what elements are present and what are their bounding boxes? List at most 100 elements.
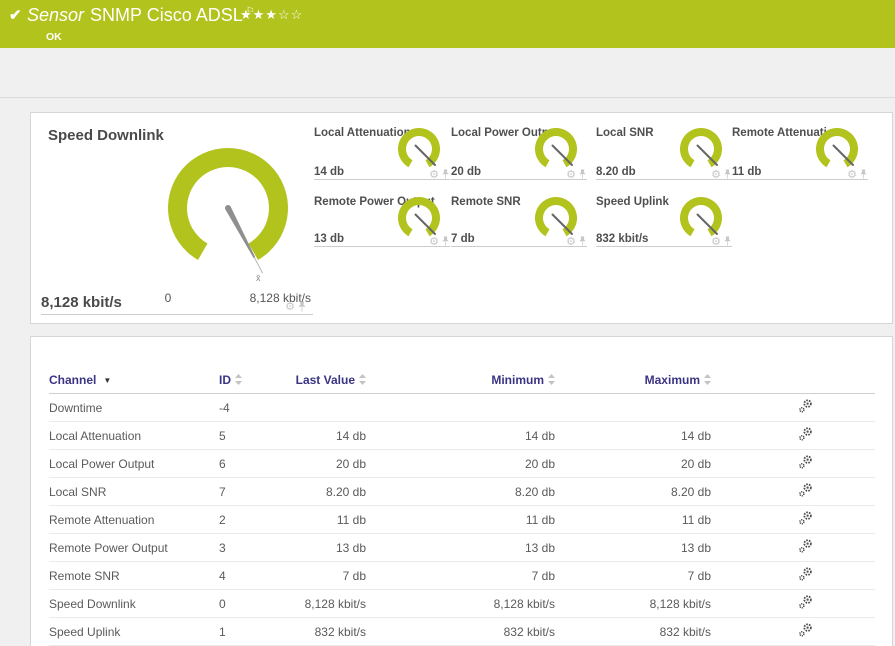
channel-settings-gears-icon[interactable]	[798, 426, 814, 442]
channel-gear-icon[interactable]: ⚙	[429, 236, 439, 247]
channel-maximum: 8.20 db	[555, 477, 711, 506]
sort-icon	[235, 373, 242, 388]
channel-minimum: 7 db	[366, 561, 555, 590]
channel-gear-icon[interactable]: ⚙	[847, 169, 857, 180]
priority-stars[interactable]: ★★★☆☆	[240, 7, 303, 23]
stars-filled: ★★★	[240, 7, 278, 22]
channel-name[interactable]: Speed Uplink	[49, 617, 219, 646]
gauge-dial	[535, 128, 577, 168]
pin-icon[interactable]	[578, 169, 587, 180]
average-marker: x̄	[256, 273, 261, 283]
gauge-dial	[398, 128, 440, 168]
channel-id: -4	[219, 393, 279, 422]
column-header-maximum[interactable]: Maximum	[555, 367, 711, 394]
channel-settings-gears-icon[interactable]	[798, 538, 814, 554]
channel-minimum: 832 kbit/s	[366, 617, 555, 646]
tab-bar: Overview Live Data 2 days 30 days 365 da…	[0, 48, 895, 146]
channel-maximum: 8,128 kbit/s	[555, 589, 711, 618]
channel-settings-gears-icon[interactable]	[798, 622, 814, 638]
column-header-minimum[interactable]: Minimum	[366, 367, 555, 394]
gauge-value: 7 db	[451, 233, 475, 245]
sort-icon	[704, 373, 711, 388]
pin-icon[interactable]	[723, 169, 732, 180]
channel-gear-icon[interactable]: ⚙	[711, 169, 721, 180]
channel-settings-gears-icon[interactable]	[798, 454, 814, 470]
table-row: Speed Downlink 0 8,128 kbit/s 8,128 kbit…	[49, 589, 875, 618]
channel-last-value: 832 kbit/s	[279, 617, 366, 646]
channel-settings-gears-icon[interactable]	[798, 398, 814, 414]
channel-last-value: 8.20 db	[279, 477, 366, 506]
channel-id: 1	[219, 617, 279, 646]
table-row: Local Power Output 6 20 db 20 db 20 db	[49, 449, 875, 478]
channel-last-value: 20 db	[279, 449, 366, 478]
gauge-title: Local SNR	[596, 127, 654, 139]
channel-id: 6	[219, 449, 279, 478]
channel-id: 2	[219, 505, 279, 534]
sort-icon	[548, 373, 555, 388]
pin-icon[interactable]	[297, 301, 307, 313]
channel-last-value: 11 db	[279, 505, 366, 534]
column-label: Last Value	[295, 372, 355, 387]
stars-empty: ☆☆	[277, 7, 304, 22]
channel-maximum: 7 db	[555, 561, 711, 590]
channel-name[interactable]: Local Power Output	[49, 449, 219, 478]
channel-settings-gears-icon[interactable]	[798, 594, 814, 610]
gauge-title: Speed Downlink	[48, 127, 164, 144]
gauge-local-snr: Local SNR 8.20 db ⚙	[596, 123, 732, 180]
pin-icon[interactable]	[723, 236, 732, 247]
channel-gear-icon[interactable]: ⚙	[711, 236, 721, 247]
channel-id: 7	[219, 477, 279, 506]
column-label: Channel	[49, 373, 97, 387]
channel-minimum: 13 db	[366, 533, 555, 562]
column-header-id[interactable]: ID	[219, 367, 279, 394]
table-row: Local Attenuation 5 14 db 14 db 14 db	[49, 421, 875, 450]
channel-id: 5	[219, 421, 279, 450]
table-header-row: Channel ▼ ID Last Value Minimum Maximum	[49, 367, 875, 394]
channel-minimum: 8.20 db	[366, 477, 555, 506]
channel-name[interactable]: Local Attenuation	[49, 421, 219, 450]
channel-id: 0	[219, 589, 279, 618]
pin-icon[interactable]	[441, 236, 450, 247]
gauge-value: 8,128 kbit/s	[41, 294, 122, 311]
channel-name[interactable]: Remote Power Output	[49, 533, 219, 562]
sensor-header: ✔ Sensor SNMP Cisco ADSL ⚐ ★★★☆☆ OK	[0, 0, 895, 48]
channel-gear-icon[interactable]: ⚙	[566, 236, 576, 247]
gauge-local-attenuation: Local Attenuation 14 db ⚙	[314, 123, 450, 180]
column-label: ID	[219, 372, 231, 387]
gauges-panel: Speed Downlink x̄ 0 8,128 kbit/s 8,128 k…	[30, 112, 893, 324]
table-row: Remote Power Output 3 13 db 13 db 13 db	[49, 533, 875, 562]
channel-name[interactable]: Remote SNR	[49, 561, 219, 590]
channel-minimum: 11 db	[366, 505, 555, 534]
channel-last-value: 7 db	[279, 561, 366, 590]
column-header-last-value[interactable]: Last Value	[279, 367, 366, 394]
gauge-value: 13 db	[314, 233, 345, 245]
channel-id: 4	[219, 561, 279, 590]
pin-icon[interactable]	[859, 169, 868, 180]
gauge-local-power-output: Local Power Output 20 db ⚙	[451, 123, 587, 180]
sort-icon	[359, 373, 366, 388]
gauge-dial	[816, 128, 858, 168]
channel-minimum: 20 db	[366, 449, 555, 478]
channel-name[interactable]: Local SNR	[49, 477, 219, 506]
pin-icon[interactable]	[578, 236, 587, 247]
pin-icon[interactable]	[441, 169, 450, 180]
channel-name[interactable]: Downtime	[49, 393, 219, 422]
channel-settings-gears-icon[interactable]	[798, 510, 814, 526]
status-ok-check-icon: ✔	[9, 7, 22, 24]
channel-gear-icon[interactable]: ⚙	[566, 169, 576, 180]
gauge-title: Remote SNR	[451, 196, 521, 208]
column-label: Minimum	[491, 372, 544, 387]
channel-maximum: 11 db	[555, 505, 711, 534]
channel-gear-icon[interactable]: ⚙	[285, 302, 295, 313]
channel-settings-gears-icon[interactable]	[798, 482, 814, 498]
channel-name[interactable]: Speed Downlink	[49, 589, 219, 618]
gauge-value: 832 kbit/s	[596, 233, 649, 245]
column-header-channel[interactable]: Channel ▼	[49, 367, 219, 394]
table-row: Downtime -4	[49, 393, 875, 422]
channel-last-value: 14 db	[279, 421, 366, 450]
channel-minimum: 8,128 kbit/s	[366, 589, 555, 618]
gauge-value: 14 db	[314, 166, 345, 178]
channel-gear-icon[interactable]: ⚙	[429, 169, 439, 180]
channel-name[interactable]: Remote Attenuation	[49, 505, 219, 534]
channel-settings-gears-icon[interactable]	[798, 566, 814, 582]
